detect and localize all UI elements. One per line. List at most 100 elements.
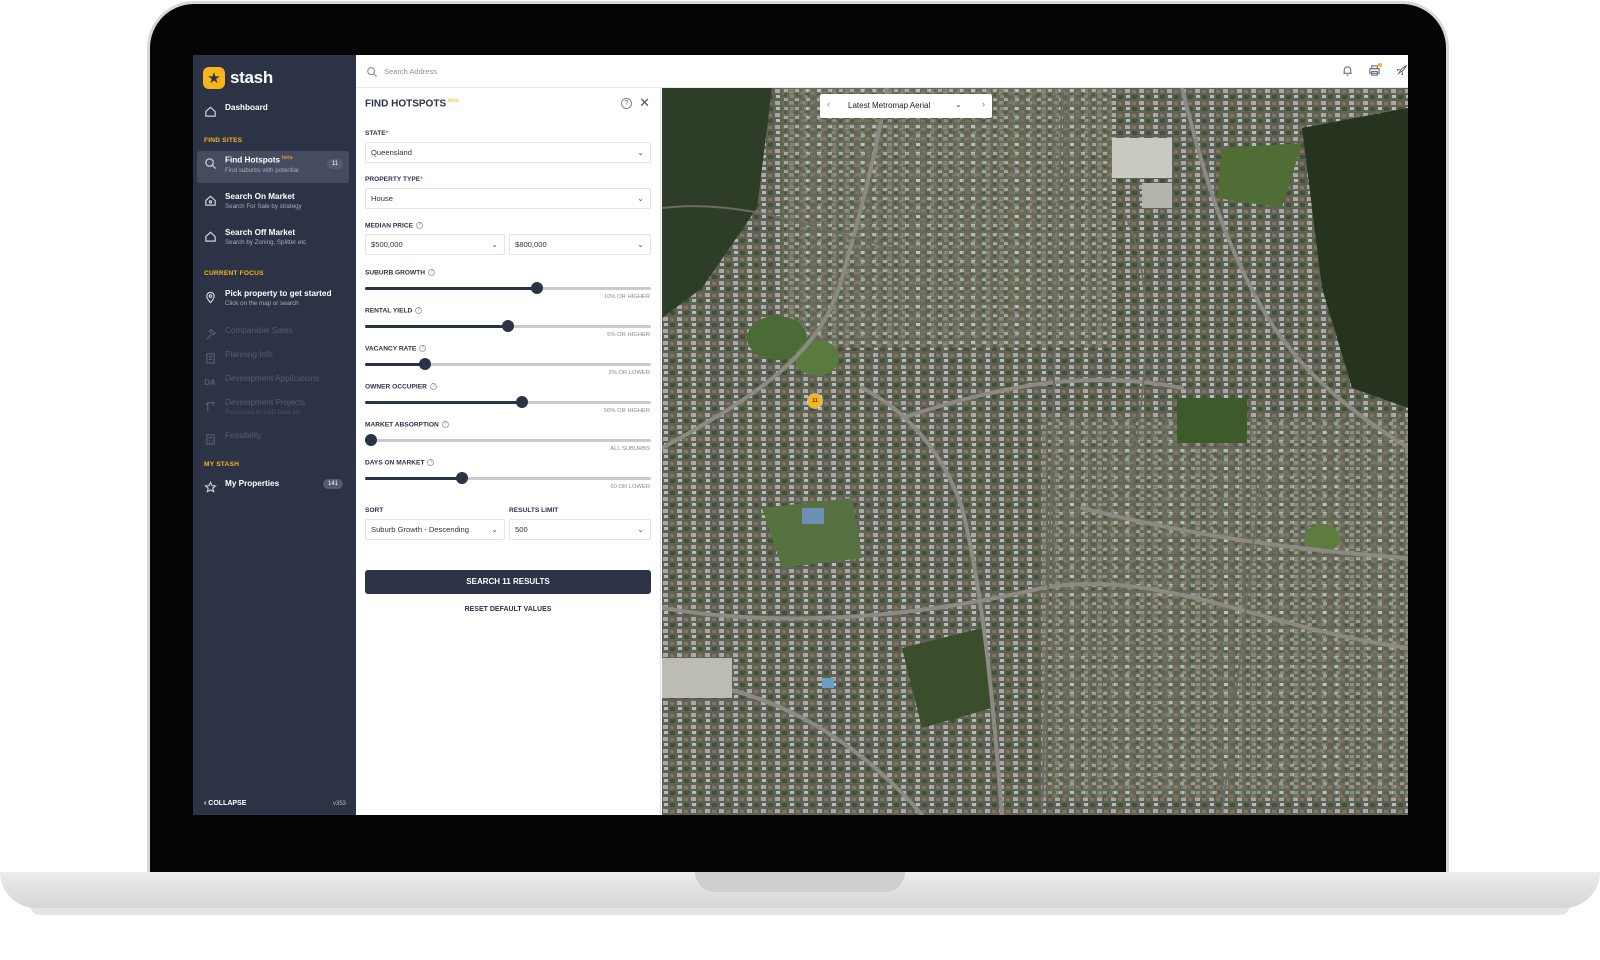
panel-title-text: FIND HOTSPOTS — [365, 98, 447, 110]
slider-handle[interactable] — [456, 472, 469, 484]
count-badge: 11 — [326, 159, 343, 169]
sidebar-item-label: Planning Info — [225, 350, 273, 359]
sidebar-item-label: Development Projects — [225, 398, 306, 407]
chevron-right-icon[interactable]: › — [982, 99, 985, 109]
help-icon[interactable]: ? — [427, 459, 435, 466]
help-icon[interactable]: ? — [415, 307, 423, 314]
sidebar-item-sub: Resources to S&D Data etc — [225, 409, 301, 416]
sidebar-item-sub: Search For Sale by strategy — [225, 203, 302, 210]
state-label: STATE* — [365, 130, 388, 137]
search-results-button[interactable]: SEARCH 11 RESULTS — [365, 570, 651, 594]
property-type-label: PROPERTY TYPE* — [365, 176, 423, 183]
sidebar-item-sub: Find suburbs with potential — [225, 166, 299, 174]
slider-label-text: MARKET ABSORPTION — [365, 421, 439, 429]
map-imagery — [662, 88, 1408, 815]
help-icon[interactable]: ? — [429, 383, 437, 390]
chevron-down-icon: ⌄ — [637, 194, 644, 203]
section-title-my-stash: MY STASH — [204, 461, 240, 468]
house-icon — [203, 229, 217, 243]
printer-icon[interactable] — [1368, 63, 1382, 77]
laptop-notch — [695, 872, 905, 892]
sidebar-item-sub: Click on the map or search — [225, 300, 299, 307]
collapse-label: COLLAPSE — [208, 800, 247, 807]
map-layer-label: Latest Metromap Aerial — [848, 101, 931, 110]
sidebar-item-search-on-market[interactable]: Search On Market Search For Sale by stra… — [197, 188, 349, 214]
sidebar: ★ stash Dashboard FIND SITES Find Hotspo… — [193, 55, 356, 815]
top-icons — [1341, 63, 1408, 77]
help-icon[interactable]: ? — [428, 269, 436, 276]
slider-handle[interactable] — [516, 396, 529, 408]
sort-select[interactable]: Suburb Growth - Descending ⌄ — [365, 519, 505, 540]
slider-label: MARKET ABSORPTION? — [365, 421, 449, 428]
slider-handle[interactable] — [419, 358, 432, 370]
sidebar-item-dashboard[interactable]: Dashboard — [197, 99, 349, 122]
chevron-down-icon: ⌄ — [637, 240, 644, 249]
top-bar — [356, 55, 1408, 88]
slider-track[interactable] — [364, 434, 651, 446]
sidebar-item-development-projects[interactable]: Development Projects Resources to S&D Da… — [197, 394, 349, 420]
collapse-button[interactable]: ‹ COLLAPSE — [204, 800, 246, 807]
sidebar-item-label: Search On Market — [225, 192, 295, 201]
sidebar-item-feasibility[interactable]: Feasibility — [197, 427, 349, 450]
state-select[interactable]: Queensland ⌄ — [365, 142, 651, 163]
sidebar-item-my-properties[interactable]: My Properties 141 — [197, 475, 349, 498]
sidebar-item-development-applications[interactable]: DA Development Applications — [197, 370, 349, 393]
home-icon — [203, 104, 217, 118]
sidebar-item-planning-info[interactable]: Planning Info — [197, 346, 349, 369]
state-label-text: STATE — [365, 130, 386, 137]
help-icon[interactable]: ? — [416, 222, 423, 229]
sidebar-item-label: Find Hotspots — [225, 155, 281, 165]
help-icon[interactable]: ? — [441, 421, 449, 428]
sort-label: SORT — [365, 507, 384, 514]
sidebar-item-pick-property[interactable]: Pick property to get started Click on th… — [197, 285, 349, 311]
median-price-label-text: MEDIAN PRICE — [365, 222, 413, 230]
property-type-select[interactable]: House ⌄ — [365, 188, 651, 209]
slider-track[interactable] — [365, 358, 651, 370]
state-value: Queensland — [371, 148, 412, 157]
search-address-input[interactable] — [384, 64, 684, 78]
slider-handle[interactable] — [364, 434, 377, 446]
pin-icon — [203, 290, 217, 304]
hotspot-marker[interactable]: 11 — [808, 394, 822, 408]
slider-label: DAYS ON MARKET? — [365, 459, 435, 466]
slider-track[interactable] — [365, 396, 651, 408]
chevron-down-icon: ⌄ — [491, 525, 498, 534]
rocket-icon[interactable] — [1395, 64, 1408, 77]
sidebar-item-label: Search Off Market — [225, 228, 296, 237]
median-price-max-select[interactable]: $800,000 ⌄ — [509, 234, 651, 255]
slider-caption: ALL SUBURBS — [610, 446, 650, 452]
slider-handle[interactable] — [502, 320, 514, 332]
slider-track[interactable] — [365, 282, 651, 294]
beta-badge: beta — [448, 98, 459, 104]
sidebar-item-search-off-market[interactable]: Search Off Market Search by Zoning, Spli… — [197, 224, 349, 250]
star-outline-icon — [203, 480, 217, 494]
logo[interactable]: ★ stash — [203, 67, 273, 89]
sidebar-item-label: My Properties — [225, 479, 280, 488]
slider-caption: 5% OR HIGHER — [607, 332, 650, 338]
sidebar-item-comparable-sales[interactable]: Comparable Sales — [197, 322, 349, 345]
aerial-map[interactable]: ‹ Latest Metromap Aerial ⌄ › 11 — [662, 88, 1408, 815]
map-layer-selector[interactable]: ‹ Latest Metromap Aerial ⌄ › — [820, 94, 992, 118]
help-icon[interactable]: ? — [419, 345, 427, 352]
median-price-min-select[interactable]: $500,000 ⌄ — [365, 234, 505, 255]
bell-icon[interactable] — [1341, 64, 1354, 77]
help-icon[interactable]: ? — [621, 98, 632, 109]
slider-track[interactable] — [365, 472, 651, 484]
chevron-left-icon[interactable]: ‹ — [827, 99, 830, 109]
slider-label: RENTAL YIELD? — [365, 307, 423, 315]
chevron-down-icon: ⌄ — [955, 100, 962, 109]
reset-default-values-link[interactable]: RESET DEFAULT VALUES — [365, 606, 651, 613]
sidebar-item-label: Pick property to get started — [225, 289, 332, 298]
slider-label-text: VACANCY RATE — [365, 345, 417, 353]
slider-label-text: OWNER OCCUPIER — [365, 383, 427, 391]
results-limit-select[interactable]: 500 ⌄ — [509, 519, 651, 540]
sidebar-item-find-hotspots[interactable]: Find Hotspots beta Find suburbs with pote… — [197, 151, 349, 183]
slider-handle[interactable] — [530, 282, 543, 294]
close-icon[interactable]: ✕ — [639, 95, 650, 111]
notification-dot — [1378, 63, 1382, 67]
slider-label-text: RENTAL YIELD — [365, 307, 413, 315]
slider-track[interactable] — [365, 320, 651, 332]
property-type-value: House — [371, 194, 393, 203]
slider-fill — [365, 363, 426, 366]
slider-caption: 50% OR HIGHER — [603, 408, 650, 414]
